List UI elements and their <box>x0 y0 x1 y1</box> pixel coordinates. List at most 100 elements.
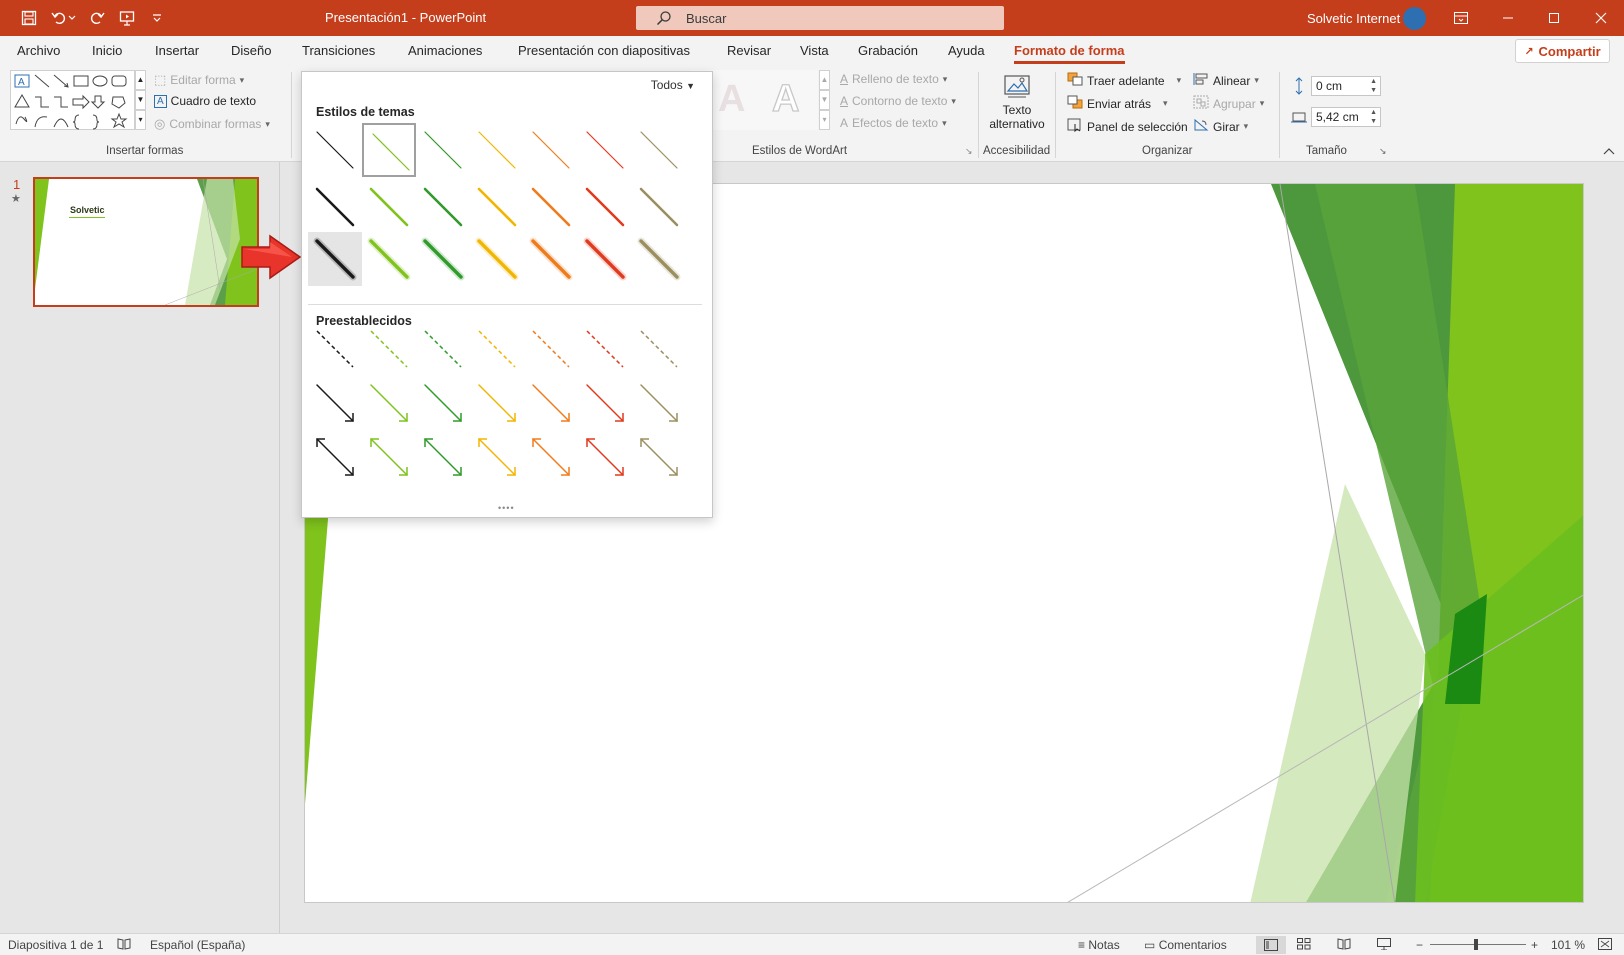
minimize-icon[interactable] <box>1485 0 1531 36</box>
theme-line-style-glow-1[interactable] <box>308 232 362 286</box>
theme-line-style-thin-6[interactable] <box>578 123 632 177</box>
avatar[interactable] <box>1403 7 1426 30</box>
theme-line-style-glow-5[interactable] <box>524 232 578 286</box>
zoom-slider[interactable] <box>1430 939 1526 950</box>
undo-dropdown-icon[interactable] <box>66 7 78 29</box>
width-spinner-icon[interactable]: ▲ ▼ <box>1370 108 1377 126</box>
theme-line-style-medium-3[interactable] <box>416 180 470 234</box>
wordart-more-icon[interactable]: ▾ <box>819 110 830 130</box>
theme-line-style-thin-1[interactable] <box>308 123 362 177</box>
text-box-button[interactable]: A Cuadro de texto <box>154 94 256 108</box>
theme-line-style-glow-6[interactable] <box>578 232 632 286</box>
text-fill-button[interactable]: A Relleno de texto ▾ <box>840 72 947 86</box>
alt-text-button[interactable]: Texto alternativo <box>985 70 1049 142</box>
bring-forward-button[interactable]: Traer adelante ▾ <box>1067 72 1181 89</box>
notes-button[interactable]: ≡ Notas <box>1078 938 1120 952</box>
tab-formato-de-forma[interactable]: Formato de forma <box>1014 43 1125 64</box>
theme-line-style-glow-2[interactable] <box>362 232 416 286</box>
shapes-more-icon[interactable]: ▾ <box>135 110 146 130</box>
accessibility-check-icon[interactable] <box>117 938 131 953</box>
group-button[interactable]: Agrupar ▾ <box>1193 95 1264 112</box>
preset-line-style-arrow-7[interactable] <box>632 376 686 430</box>
ribbon-display-icon[interactable] <box>1438 0 1484 36</box>
preset-line-style-dashed-7[interactable] <box>632 322 686 376</box>
collapse-ribbon-icon[interactable] <box>1603 144 1615 158</box>
theme-line-style-thin-7[interactable] <box>632 123 686 177</box>
theme-line-style-glow-4[interactable] <box>470 232 524 286</box>
zoom-out-icon[interactable]: − <box>1416 938 1423 952</box>
preset-line-style-double-arrow-4[interactable] <box>470 430 524 484</box>
preset-line-style-double-arrow-5[interactable] <box>524 430 578 484</box>
search-input[interactable]: Buscar <box>636 6 1004 30</box>
tab-revisar[interactable]: Revisar <box>727 43 771 58</box>
wordart-dialog-launcher-icon[interactable]: ↘ <box>965 146 973 157</box>
shapes-scroll-down-icon[interactable]: ▼ <box>135 90 146 110</box>
slide-sorter-icon[interactable] <box>1297 938 1311 953</box>
preset-line-style-arrow-4[interactable] <box>470 376 524 430</box>
customize-toolbar-icon[interactable] <box>146 7 168 29</box>
preset-line-style-double-arrow-2[interactable] <box>362 430 416 484</box>
theme-line-style-medium-5[interactable] <box>524 180 578 234</box>
shapes-scroll-up-icon[interactable]: ▲ <box>135 70 146 90</box>
tab-inicio[interactable]: Inicio <box>92 43 122 58</box>
preset-line-style-double-arrow-1[interactable] <box>308 430 362 484</box>
preset-line-style-double-arrow-6[interactable] <box>578 430 632 484</box>
theme-line-style-medium-2[interactable] <box>362 180 416 234</box>
wordart-scroll-down-icon[interactable]: ▼ <box>819 90 830 110</box>
user-name[interactable]: Solvetic Internet <box>1307 11 1400 26</box>
normal-view-icon[interactable] <box>1256 936 1286 954</box>
preset-line-style-dashed-3[interactable] <box>416 322 470 376</box>
selection-pane-button[interactable]: Panel de selección <box>1067 118 1188 135</box>
tab-archivo[interactable]: Archivo <box>17 43 60 58</box>
text-outline-button[interactable]: A Contorno de texto ▾ <box>840 94 956 108</box>
theme-line-style-glow-7[interactable] <box>632 232 686 286</box>
theme-line-style-thin-2[interactable] <box>362 123 416 177</box>
height-field[interactable]: 0 cm ▲ ▼ <box>1311 76 1381 96</box>
tab-vista[interactable]: Vista <box>800 43 829 58</box>
preset-line-style-arrow-1[interactable] <box>308 376 362 430</box>
shapes-gallery[interactable]: A <box>10 70 135 130</box>
theme-line-style-glow-3[interactable] <box>416 232 470 286</box>
text-effects-button[interactable]: A Efectos de texto ▾ <box>840 116 947 130</box>
theme-line-style-medium-6[interactable] <box>578 180 632 234</box>
preset-line-style-arrow-3[interactable] <box>416 376 470 430</box>
preset-line-style-dashed-5[interactable] <box>524 322 578 376</box>
width-field[interactable]: 5,42 cm ▲ ▼ <box>1311 107 1381 127</box>
preset-line-style-dashed-4[interactable] <box>470 322 524 376</box>
zoom-in-icon[interactable]: + <box>1531 938 1538 952</box>
preset-line-style-double-arrow-7[interactable] <box>632 430 686 484</box>
gallery-filter-dropdown[interactable]: Todos ▼ <box>651 78 695 92</box>
theme-line-style-medium-1[interactable] <box>308 180 362 234</box>
send-backward-button[interactable]: Enviar atrás ▾ <box>1067 95 1168 112</box>
preset-line-style-arrow-5[interactable] <box>524 376 578 430</box>
size-dialog-launcher-icon[interactable]: ↘ <box>1379 146 1387 157</box>
align-button[interactable]: Alinear ▾ <box>1193 72 1259 89</box>
start-presentation-icon[interactable] <box>116 7 138 29</box>
tab-presentacion[interactable]: Presentación con diapositivas <box>518 43 690 58</box>
theme-line-style-thin-5[interactable] <box>524 123 578 177</box>
slideshow-view-icon[interactable] <box>1377 938 1391 953</box>
preset-line-style-arrow-2[interactable] <box>362 376 416 430</box>
theme-line-style-medium-4[interactable] <box>470 180 524 234</box>
slide-thumbnail[interactable]: Solvetic <box>33 177 259 307</box>
preset-line-style-dashed-1[interactable] <box>308 322 362 376</box>
theme-line-style-thin-3[interactable] <box>416 123 470 177</box>
comments-button[interactable]: ▭ Comentarios <box>1144 938 1227 952</box>
preset-line-style-dashed-2[interactable] <box>362 322 416 376</box>
preset-line-style-double-arrow-3[interactable] <box>416 430 470 484</box>
gallery-resize-grip-icon[interactable]: •••• <box>498 503 515 513</box>
tab-transiciones[interactable]: Transiciones <box>302 43 375 58</box>
preset-line-style-dashed-6[interactable] <box>578 322 632 376</box>
reading-view-icon[interactable] <box>1337 938 1351 953</box>
preset-line-style-arrow-6[interactable] <box>578 376 632 430</box>
wordart-scroll-up-icon[interactable]: ▲ <box>819 70 830 90</box>
tab-diseno[interactable]: Diseño <box>231 43 271 58</box>
tab-animaciones[interactable]: Animaciones <box>408 43 482 58</box>
language-indicator[interactable]: Español (España) <box>150 938 245 952</box>
rotate-button[interactable]: Girar ▾ <box>1193 118 1248 135</box>
theme-line-style-thin-4[interactable] <box>470 123 524 177</box>
redo-icon[interactable] <box>86 7 108 29</box>
zoom-slider-thumb[interactable] <box>1474 939 1478 950</box>
maximize-icon[interactable] <box>1531 0 1577 36</box>
tab-insertar[interactable]: Insertar <box>155 43 199 58</box>
